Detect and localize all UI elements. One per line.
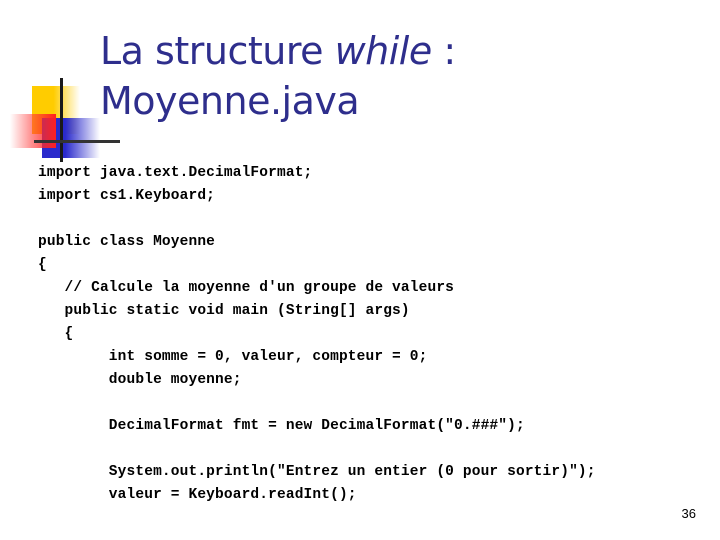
logo-vertical-line [60,78,63,162]
code-line: double moyenne; [38,372,242,388]
code-line: import java.text.DecimalFormat; [38,165,313,181]
code-line: public static void main (String[] args) [38,303,410,319]
code-line: public class Moyenne [38,234,216,250]
title-keyword: while [334,29,433,73]
code-line: { [38,326,74,342]
code-line: import cs1.Keyboard; [38,188,216,204]
code-line: DecimalFormat fmt = new DecimalFormat("0… [38,418,525,434]
logo-horizontal-line [34,140,120,143]
slide-title: La structure while : Moyenne.java [100,26,456,126]
title-line-2: Moyenne.java [100,79,360,123]
code-line: int somme = 0, valeur, compteur = 0; [38,349,428,365]
code-line: // Calcule la moyenne d'un groupe de val… [38,280,455,296]
code-line: System.out.println("Entrez un entier (0 … [38,464,596,480]
title-prefix: La structure [100,29,335,73]
code-line: { [38,257,47,273]
page-number: 36 [681,506,696,521]
title-suffix: : [431,29,456,73]
code-line: valeur = Keyboard.readInt(); [38,487,357,503]
code-block: import java.text.DecimalFormat; import c… [38,162,596,507]
